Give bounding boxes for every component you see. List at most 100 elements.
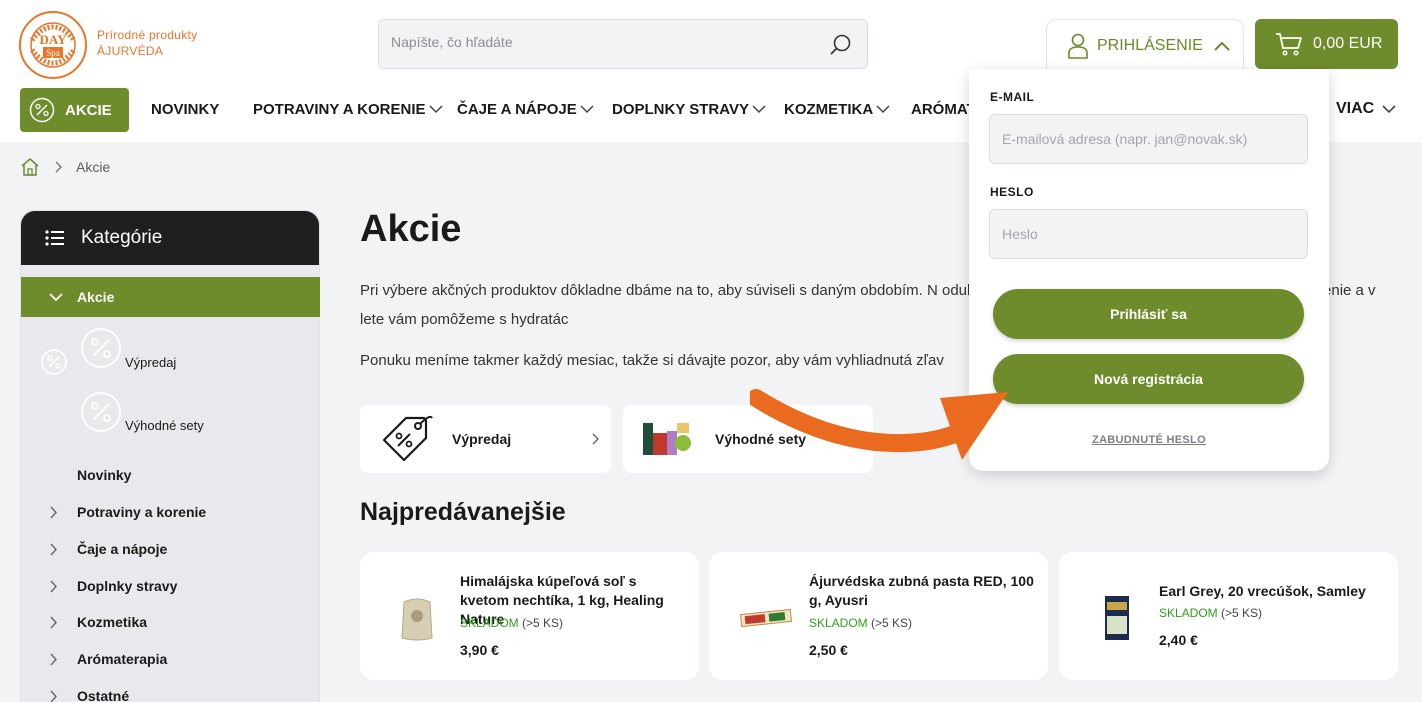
cart-button[interactable]: 0,00 EUR [1255, 19, 1398, 69]
chevron-down-icon [49, 292, 63, 301]
stock-qty: (>5 KS) [871, 616, 913, 630]
user-icon [1068, 33, 1088, 59]
stock-label: SKLADOM [809, 616, 868, 630]
nav-label: AKCIE [65, 101, 112, 119]
svg-text:DAY: DAY [40, 32, 68, 47]
nav-item-caje[interactable]: ČAJE A NÁPOJE [457, 101, 594, 118]
stock-status: SKLADOM (>5 KS) [809, 616, 912, 630]
chevron-right-icon [50, 690, 57, 702]
sale-tag-icon [382, 415, 433, 462]
sidebar-item-label: Čaje a nápoje [77, 541, 168, 557]
nav-item-akcie[interactable]: AKCIE [20, 88, 129, 132]
chevron-right-icon [50, 580, 57, 592]
annotation-arrow [750, 389, 1008, 460]
nav-label: DOPLNKY STRAVY [612, 101, 749, 118]
page-title: Akcie [360, 208, 462, 250]
product-title[interactable]: Earl Grey, 20 vrecúšok, Samley [1159, 582, 1384, 601]
chevron-down-icon [752, 105, 766, 114]
nav-item-viac[interactable]: VIAC [1336, 100, 1396, 118]
chevron-right-icon [55, 161, 62, 173]
sidebar-item-akcie[interactable]: Akcie [21, 277, 320, 317]
brand-tagline-line2: ÁJURVÉDA [97, 44, 164, 58]
nav-item-potraviny[interactable]: POTRAVINY A KORENIE [253, 101, 443, 118]
sidebar-item-label: Ostatné [77, 688, 130, 702]
search-box [378, 19, 868, 69]
product-price: 2,50 € [809, 642, 848, 658]
sidebar-item-ostatne[interactable]: Ostatné [49, 688, 129, 702]
product-price: 2,40 € [1159, 632, 1198, 648]
product-title[interactable]: Ájurvédska zubná pasta RED, 100 g, Ayusr… [809, 572, 1034, 610]
stock-status: SKLADOM (>5 KS) [1159, 606, 1262, 620]
sidebar-item-aromaterapia[interactable]: Arómaterapia [49, 651, 167, 667]
breadcrumb-current: Akcie [76, 159, 111, 175]
sidebar-item-caje[interactable]: Čaje a nápoje [49, 541, 167, 557]
sidebar-item-doplnky[interactable]: Doplnky stravy [49, 578, 177, 594]
breadcrumb: Akcie [20, 157, 110, 177]
stock-qty: (>5 KS) [522, 616, 564, 630]
sidebar-item-potraviny[interactable]: Potraviny a korenie [49, 504, 206, 520]
email-label: E-MAIL [990, 90, 1035, 104]
nav-item-novinky[interactable]: NOVINKY [151, 101, 219, 118]
category-sidebar: Kategórie Akcie Výpredaj Výhodné sety No… [20, 210, 320, 702]
register-button[interactable]: Nová registrácia [993, 354, 1304, 404]
sidebar-item-kozmetika[interactable]: Kozmetika [49, 614, 147, 630]
product-image [401, 598, 433, 641]
chevron-right-icon [50, 616, 57, 628]
stock-label: SKLADOM [1159, 606, 1218, 620]
nav-item-aromaterapia[interactable]: ARÓMAT [911, 101, 976, 118]
sidebar-item-label: Novinky [77, 467, 132, 483]
bestsellers-title: Najpredávanejšie [360, 498, 566, 526]
chevron-right-icon [50, 506, 57, 518]
forgot-password-link[interactable]: ZABUDNUTÉ HESLO [969, 434, 1329, 446]
sidebar-item-label: Akcie [77, 289, 115, 305]
product-card[interactable]: Earl Grey, 20 vrecúšok, Samley SKLADOM (… [1059, 552, 1398, 680]
cart-icon [1276, 33, 1302, 56]
email-field[interactable] [989, 114, 1308, 164]
login-dropdown: E-MAIL HESLO Prihlásiť sa Nová registrác… [969, 69, 1329, 471]
search-input[interactable] [391, 34, 811, 50]
login-submit-button[interactable]: Prihlásiť sa [993, 289, 1304, 339]
sidebar-item-label: Potraviny a korenie [77, 504, 207, 520]
nav-item-kozmetika[interactable]: KOZMETIKA [784, 101, 890, 118]
product-card[interactable]: Himalájska kúpeľová soľ s kvetom nechtík… [360, 552, 699, 680]
sidebar-item-novinky[interactable]: Novinky [49, 467, 131, 483]
day-spa-logo[interactable]: DAY Spa [18, 10, 88, 80]
chevron-up-icon [1214, 41, 1230, 51]
product-card[interactable]: Ájurvédska zubná pasta RED, 100 g, Ayusr… [709, 552, 1048, 680]
chevron-right-icon [50, 543, 57, 555]
percent-icon [81, 328, 121, 368]
nav-label: NOVINKY [151, 101, 220, 118]
nav-item-doplnky[interactable]: DOPLNKY STRAVY [612, 101, 766, 118]
login-label: PRIHLÁSENIE [1097, 36, 1203, 54]
product-image [739, 608, 793, 628]
stock-qty: (>5 KS) [1221, 606, 1263, 620]
category-card-vypredaj[interactable]: Výpredaj [360, 405, 611, 473]
percent-icon [41, 349, 67, 375]
home-icon[interactable] [20, 157, 40, 177]
list-icon [45, 230, 64, 246]
sidebar-subitem-vypredaj[interactable]: Výpredaj [125, 355, 176, 370]
sidebar-subitem-vyhodne-sety[interactable]: Výhodné sety [125, 418, 204, 433]
main-nav: AKCIE [20, 88, 129, 132]
nav-label: ARÓMAT [911, 101, 976, 118]
password-label: HESLO [990, 185, 1034, 199]
login-button[interactable]: PRIHLÁSENIE [1046, 19, 1244, 71]
svg-text:Spa: Spa [46, 48, 60, 58]
percent-icon [29, 97, 55, 123]
nav-label: ČAJE A NÁPOJE [457, 101, 577, 118]
sidebar-title: Kategórie [81, 227, 163, 248]
search-icon[interactable] [829, 33, 853, 57]
stock-label: SKLADOM [460, 616, 519, 630]
chevron-right-icon [592, 433, 599, 445]
product-price: 3,90 € [460, 642, 499, 658]
product-set-image [643, 423, 691, 455]
stock-status: SKLADOM (>5 KS) [460, 616, 563, 630]
sidebar-header: Kategórie [21, 211, 319, 265]
brand-tagline: Prírodné produkty ÁJURVÉDA [97, 27, 198, 59]
sidebar-item-label: Arómaterapia [77, 651, 168, 667]
sidebar-item-label: Doplnky stravy [77, 578, 178, 594]
chevron-down-icon [1382, 104, 1396, 113]
percent-icon [81, 392, 121, 432]
nav-label: VIAC [1336, 100, 1375, 117]
password-field[interactable] [989, 209, 1308, 259]
